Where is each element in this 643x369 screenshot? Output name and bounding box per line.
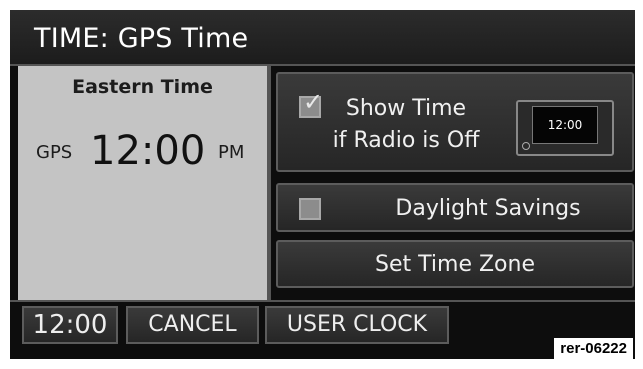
panel-divider [267,66,271,300]
show-time-if-radio-off-button[interactable]: ✓ Show Time if Radio is Off 12:00 [276,72,634,172]
user-clock-button[interactable]: USER CLOCK [265,306,449,344]
set-time-zone-button[interactable]: Set Time Zone [276,240,634,288]
preview-screen: 12:00 [532,106,598,144]
clock-button[interactable]: 12:00 [22,306,118,344]
clock-display-panel: Eastern Time GPS 12:00 PM [18,66,267,300]
daylight-savings-button[interactable]: Daylight Savings [276,183,634,232]
set-time-zone-label: Set Time Zone [375,252,535,277]
title-bar: TIME: GPS Time [10,10,635,66]
am-pm-indicator: PM [218,142,245,163]
bottom-bar: 12:00 CANCEL USER CLOCK [10,300,635,359]
radio-display-preview-icon: 12:00 [516,100,614,156]
time-zone-label: Eastern Time [72,76,213,98]
daylight-savings-label: Daylight Savings [395,196,581,221]
page-title: TIME: GPS Time [34,23,249,54]
daylight-savings-checkbox[interactable] [299,198,321,220]
screen-frame: TIME: GPS Time Eastern Time GPS 12:00 PM… [10,10,635,359]
clock-time: 12:00 [90,128,206,174]
preview-time: 12:00 [547,118,583,132]
show-time-label: Show Time if Radio is Off [332,96,480,153]
time-source-label: GPS [36,142,73,163]
knob-icon [522,142,530,150]
reference-code: rer-06222 [554,338,633,359]
cancel-button[interactable]: CANCEL [126,306,259,344]
